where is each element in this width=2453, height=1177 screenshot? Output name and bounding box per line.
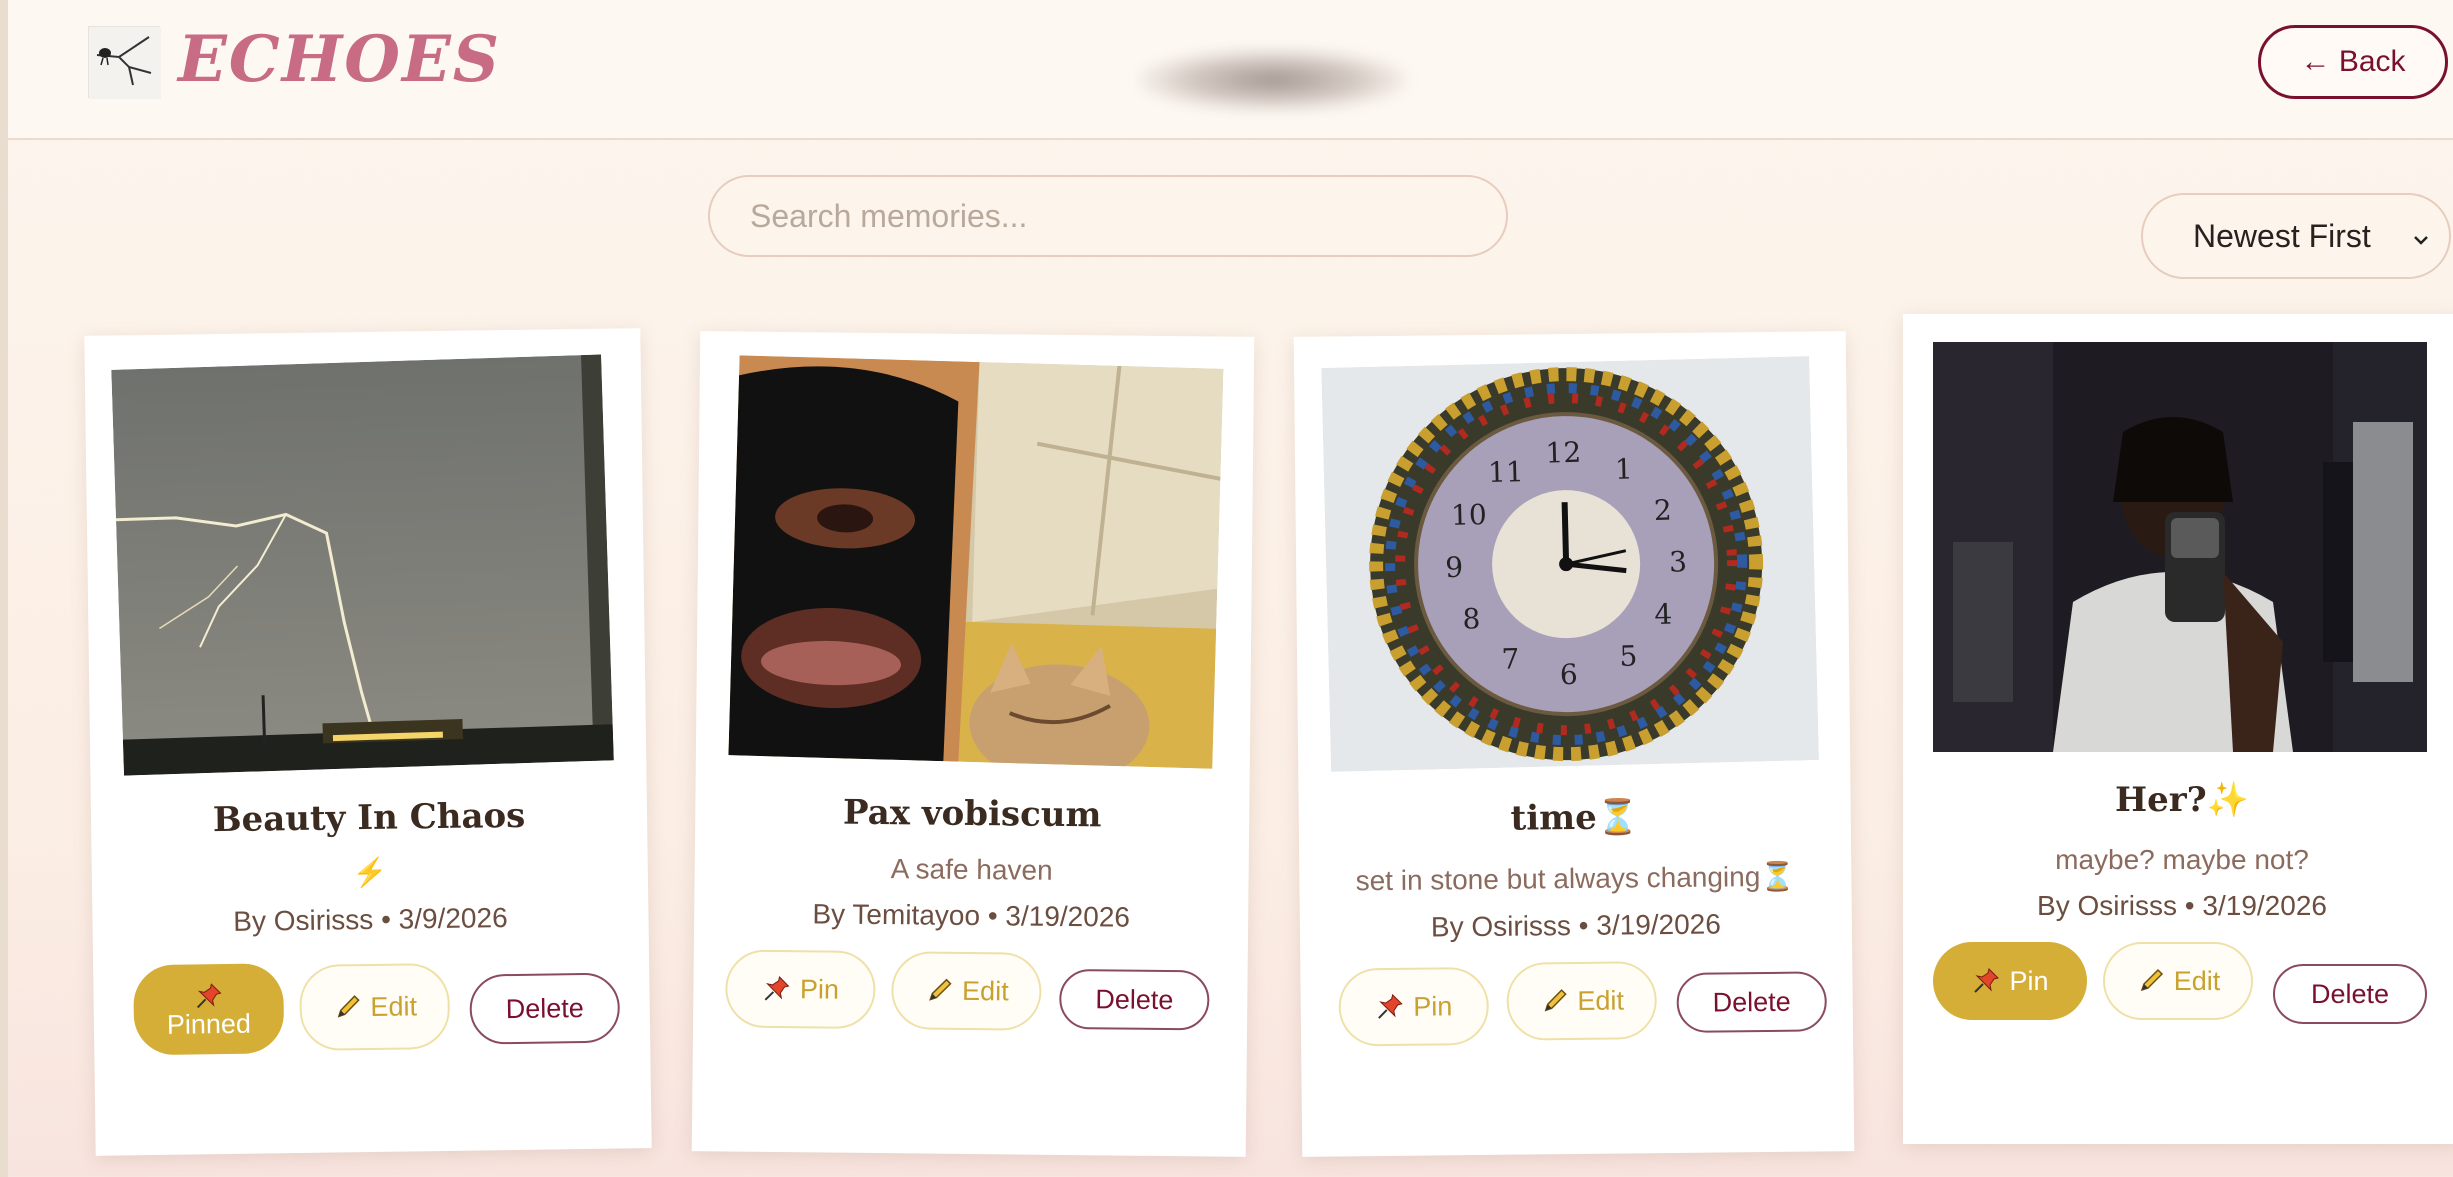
memory-author-date: By Osirisss • 3/19/2026 xyxy=(1430,908,1722,943)
pin-label: Pin xyxy=(1413,990,1453,1022)
memory-title: Pax vobiscum xyxy=(842,792,1102,836)
memory-title: Beauty In Chaos xyxy=(212,795,526,841)
delete-button[interactable]: Delete xyxy=(1059,968,1210,1031)
edit-button[interactable]: Edit xyxy=(299,962,451,1051)
memory-card[interactable]: Beauty In Chaos ⚡ By Osirisss • 3/9/2026… xyxy=(84,328,652,1156)
pin-label: Pin xyxy=(799,973,840,1005)
delete-button[interactable]: Delete xyxy=(1676,971,1828,1033)
mirror-selfie-photo[interactable] xyxy=(1933,342,2427,752)
pinned-button[interactable]: Pinned xyxy=(133,963,285,1056)
top-header: ECHOES ← Back xyxy=(8,0,2453,140)
pushpin-icon xyxy=(193,981,223,1011)
pin-button[interactable]: Pin xyxy=(1933,942,2087,1020)
svg-text:7: 7 xyxy=(1501,642,1520,675)
logo-image xyxy=(88,26,161,99)
memory-caption: maybe? maybe not? xyxy=(2055,844,2309,875)
sort-select[interactable]: Newest First xyxy=(2141,193,2451,279)
memory-card[interactable]: 12 1 2 3 45 6 78 9 10 11 time⏳ set in stone bu… xyxy=(1293,331,1855,1157)
svg-text:11: 11 xyxy=(1488,455,1524,489)
memory-author-date: By Temitayoo • 3/19/2026 xyxy=(812,898,1131,933)
memory-caption: set in stone but always changing⏳ xyxy=(1355,860,1796,897)
delete-button[interactable]: Delete xyxy=(469,972,621,1045)
memory-caption: ⚡ xyxy=(352,856,388,889)
pushpin-icon xyxy=(1375,992,1405,1022)
sort-selected-label: Newest First xyxy=(2193,217,2371,254)
wall-clock-photo[interactable]: 12 1 2 3 45 6 78 9 10 11 xyxy=(1321,356,1819,772)
memory-card[interactable]: Pax vobiscum A safe haven By Temitayoo •… xyxy=(691,331,1255,1157)
svg-text:10: 10 xyxy=(1451,498,1487,532)
edit-label: Edit xyxy=(961,975,1009,1006)
pin-button[interactable]: Pin xyxy=(725,949,876,1029)
memory-card[interactable]: Her?✨ maybe? maybe not? By Osirisss • 3/… xyxy=(1903,314,2453,1144)
chevron-down-icon xyxy=(2409,223,2433,247)
pushpin-icon xyxy=(1971,966,2001,996)
memory-title: time⏳ xyxy=(1510,797,1640,839)
pencil-icon xyxy=(1539,986,1569,1016)
svg-text:6: 6 xyxy=(1560,658,1579,691)
edit-button[interactable]: Edit xyxy=(1506,961,1658,1041)
svg-text:8: 8 xyxy=(1462,602,1481,635)
delete-button[interactable]: Delete xyxy=(2273,964,2427,1024)
svg-text:2: 2 xyxy=(1654,494,1673,527)
pencil-icon xyxy=(924,976,954,1006)
blurred-username xyxy=(1138,48,1408,112)
svg-text:4: 4 xyxy=(1654,598,1673,631)
edit-label: Edit xyxy=(2173,965,2221,996)
memory-author-date: By Osirisss • 3/19/2026 xyxy=(2037,890,2327,921)
svg-text:12: 12 xyxy=(1545,436,1581,470)
back-button[interactable]: ← Back xyxy=(2258,25,2448,99)
pencil-icon xyxy=(332,992,362,1022)
memory-author-date: By Osirisss • 3/9/2026 xyxy=(233,902,508,937)
edit-label: Edit xyxy=(370,990,418,1022)
pin-label: Pinned xyxy=(166,1008,252,1040)
memory-caption: A safe haven xyxy=(890,853,1053,886)
pin-button[interactable]: Pin xyxy=(1338,966,1490,1047)
edit-button[interactable]: Edit xyxy=(2103,942,2253,1020)
svg-text:1: 1 xyxy=(1614,452,1633,485)
edit-label: Edit xyxy=(1577,984,1625,1016)
svg-text:9: 9 xyxy=(1445,551,1464,584)
svg-text:5: 5 xyxy=(1619,639,1638,672)
lightning-storm-photo[interactable] xyxy=(111,354,614,776)
svg-text:3: 3 xyxy=(1669,545,1688,578)
edit-button[interactable]: Edit xyxy=(891,951,1042,1031)
search-input[interactable] xyxy=(708,175,1508,257)
pencil-icon xyxy=(2136,966,2166,996)
pushpin-icon xyxy=(762,974,792,1004)
balaclava-kitten-photo[interactable] xyxy=(728,355,1224,769)
pin-label: Pin xyxy=(2009,965,2049,996)
memory-title: Her?✨ xyxy=(2115,780,2249,820)
brand-title: ECHOES xyxy=(178,22,501,97)
